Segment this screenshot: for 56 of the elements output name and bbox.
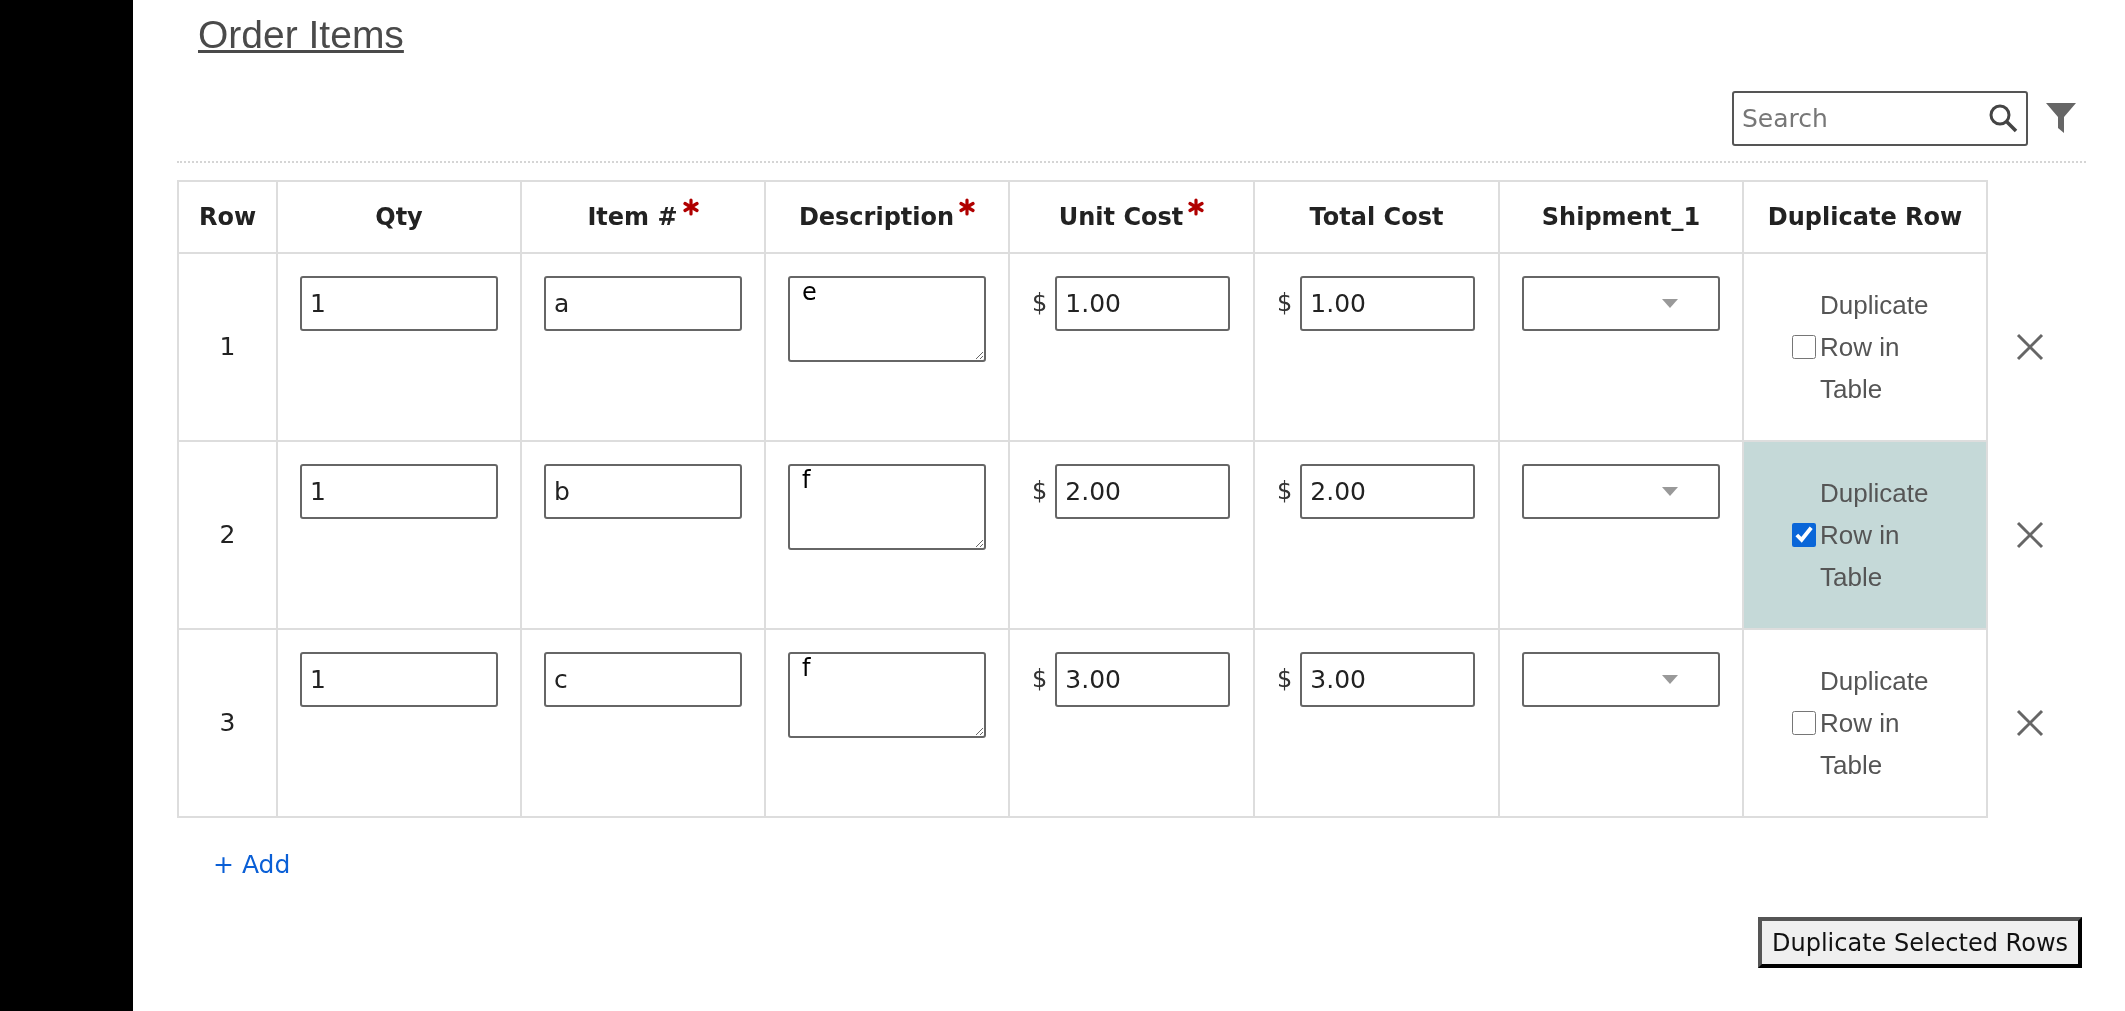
- required-icon: [682, 198, 699, 217]
- qty-field[interactable]: 1: [300, 651, 498, 707]
- currency-symbol: $: [1032, 288, 1048, 320]
- column-header: Total Cost: [1254, 180, 1499, 253]
- duplicate-checkbox[interactable]: [1792, 522, 1816, 547]
- column-header: Qty: [277, 180, 521, 253]
- description-field[interactable]: f: [788, 463, 986, 550]
- dropdown-arrow-icon: [1662, 298, 1678, 308]
- qty-field[interactable]: 1: [300, 275, 498, 331]
- currency-symbol: $: [1277, 288, 1293, 320]
- shipment-dropdown[interactable]: [1522, 463, 1720, 519]
- currency-symbol: $: [1277, 664, 1293, 696]
- description-field[interactable]: e: [788, 275, 986, 362]
- currency-symbol: $: [1032, 476, 1048, 508]
- row-number: 1: [178, 252, 277, 441]
- close-icon[interactable]: [2016, 520, 2044, 549]
- search-field[interactable]: Search: [1732, 90, 2028, 146]
- dropdown-arrow-icon: [1662, 486, 1678, 496]
- duplicate-selected-button[interactable]: Duplicate Selected Rows: [1758, 917, 2082, 968]
- unit-cost-field[interactable]: 1.00: [1055, 275, 1231, 331]
- description-field[interactable]: f: [788, 651, 986, 738]
- close-icon[interactable]: [2016, 332, 2044, 361]
- close-icon[interactable]: [2016, 708, 2044, 737]
- shipment-dropdown[interactable]: [1522, 651, 1720, 707]
- row-number: 2: [178, 440, 277, 629]
- column-header: Description: [765, 180, 1009, 253]
- qty-field[interactable]: 1: [300, 463, 498, 519]
- column-header: Item #: [521, 180, 765, 253]
- required-icon: [1188, 198, 1205, 217]
- checkbox-label: Duplicate Row in Table: [1820, 476, 1930, 594]
- shipment-dropdown[interactable]: [1522, 275, 1720, 331]
- total-cost-field[interactable]: 2.00: [1300, 463, 1476, 519]
- total-cost-field[interactable]: 1.00: [1300, 275, 1476, 331]
- column-header: Unit Cost: [1009, 180, 1254, 253]
- duplicate-checkbox[interactable]: [1792, 334, 1816, 359]
- add-link[interactable]: + Add: [213, 845, 291, 884]
- dropdown-arrow-icon: [1662, 674, 1678, 684]
- required-icon: [959, 198, 976, 217]
- item-field[interactable]: c: [544, 651, 742, 707]
- item-field[interactable]: b: [544, 463, 742, 519]
- section-title[interactable]: Order Items: [198, 14, 404, 57]
- row-number: 3: [178, 628, 277, 817]
- unit-cost-field[interactable]: 2.00: [1055, 463, 1231, 519]
- currency-symbol: $: [1032, 664, 1048, 696]
- column-header: Shipment_1: [1499, 180, 1743, 253]
- checkbox-label: Duplicate Row in Table: [1820, 288, 1930, 406]
- search-icon[interactable]: [1988, 102, 2018, 133]
- column-header: Duplicate Row: [1743, 180, 1987, 253]
- item-field[interactable]: a: [544, 275, 742, 331]
- currency-symbol: $: [1277, 476, 1293, 508]
- checkbox-label: Duplicate Row in Table: [1820, 664, 1930, 782]
- column-header: Row: [178, 180, 277, 253]
- duplicate-checkbox[interactable]: [1792, 710, 1816, 735]
- unit-cost-field[interactable]: 3.00: [1055, 651, 1231, 707]
- filter-icon[interactable]: [2046, 101, 2076, 136]
- total-cost-field[interactable]: 3.00: [1300, 651, 1476, 707]
